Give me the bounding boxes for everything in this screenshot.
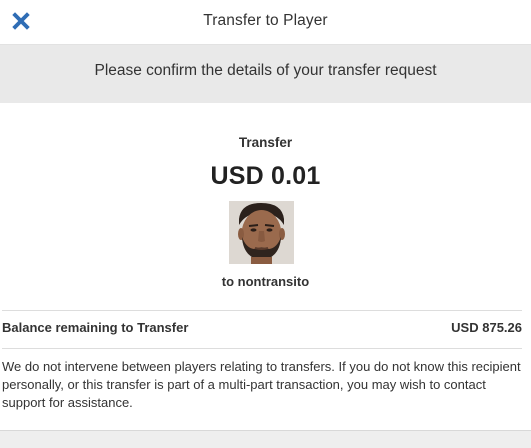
transfer-label: Transfer	[238, 135, 293, 150]
balance-value: USD 875.26	[451, 320, 522, 335]
recipient-avatar	[229, 201, 294, 264]
divider	[2, 310, 522, 311]
transfer-amount: USD 0.01	[210, 162, 321, 190]
recipient-name: to nontransito	[221, 274, 310, 289]
avatar-icon	[229, 201, 294, 264]
balance-label: Balance remaining to Transfer	[2, 320, 189, 335]
transfer-notice: We do not intervene between players rela…	[2, 359, 521, 410]
divider	[2, 348, 522, 349]
confirm-message: Please confirm the details of your trans…	[0, 45, 531, 103]
balance-row: Balance remaining to Transfer USD 875.26	[2, 320, 522, 340]
dialog-header: Transfer to Player	[0, 0, 531, 45]
dialog-footer	[0, 430, 531, 448]
dialog-title: Transfer to Player	[203, 12, 328, 29]
